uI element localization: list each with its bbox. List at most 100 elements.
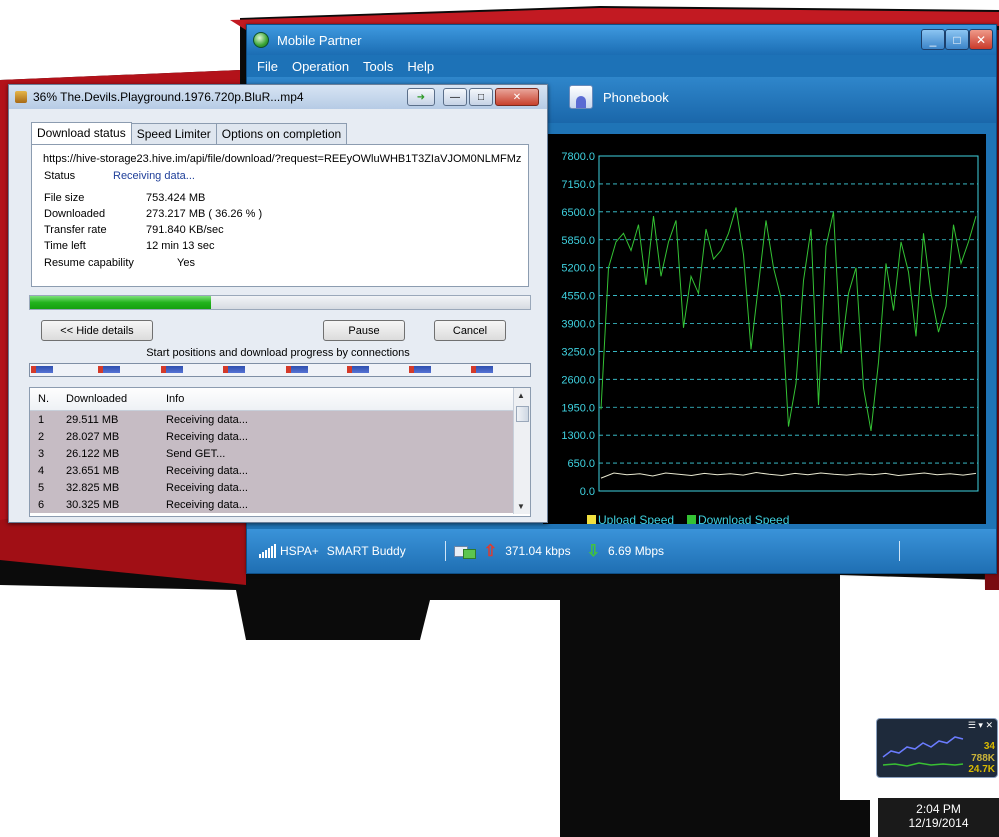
scroll-thumb[interactable] [516, 406, 529, 422]
status-separator-right [899, 541, 900, 561]
download-arrow-button[interactable]: ➜ [407, 88, 435, 106]
download-manager-icon [15, 91, 27, 103]
network-type: HSPA+ [280, 544, 319, 558]
menu-bar: File Operation Tools Help [247, 55, 996, 77]
connection-segment [286, 366, 308, 373]
scroll-up-icon[interactable]: ▲ [517, 391, 525, 400]
legend-upload-label: Upload Speed [598, 513, 674, 524]
connection-segment [409, 366, 431, 373]
gadget-value-3: 24.7K [968, 764, 995, 775]
column-header-info[interactable]: Info [158, 393, 530, 405]
mobile-partner-app-icon [253, 32, 269, 48]
row-info: Receiving data... [166, 413, 248, 426]
y-tick-label: 6500.0 [561, 207, 595, 219]
legend-download-label: Download Speed [698, 513, 789, 524]
y-tick-label: 4550.0 [561, 291, 595, 303]
row-number: 2 [38, 430, 45, 443]
network-meter-gadget[interactable]: ☰ ▾ ✕ 34 788K 24.7K [876, 718, 998, 778]
y-tick-label: 3900.0 [561, 319, 595, 331]
dialog-minimize-button[interactable]: — [443, 88, 467, 106]
taskbar-clock[interactable]: 2:04 PM 12/19/2014 [878, 798, 999, 837]
status-value: Receiving data... [113, 170, 195, 182]
table-row[interactable]: 3 26.122 MB Send GET... [30, 445, 530, 462]
mobile-partner-title: Mobile Partner [277, 32, 362, 48]
legend-upload-swatch [587, 515, 596, 524]
y-tick-label: 2600.0 [561, 374, 595, 386]
row-downloaded: 29.511 MB [66, 413, 119, 426]
connections-scrollbar[interactable]: ▲ ▼ [513, 388, 530, 514]
signal-strength-icon [259, 544, 276, 558]
row-info: Send GET... [166, 447, 226, 460]
y-tick-label: 3250.0 [561, 346, 595, 358]
row-info: Receiving data... [166, 464, 248, 477]
clock-date: 12/19/2014 [908, 816, 969, 830]
row-downloaded: 30.325 MB [66, 498, 120, 511]
phonebook-button[interactable]: Phonebook [569, 85, 669, 109]
maximize-button[interactable]: □ [945, 29, 969, 50]
operator-name: SMART Buddy [326, 544, 406, 558]
column-header-n[interactable]: N. [30, 393, 58, 405]
downloaded-value: 273.217 MB ( 36.26 % ) [146, 208, 263, 220]
connection-segment [161, 366, 183, 373]
row-info: Receiving data... [166, 481, 248, 494]
table-row[interactable]: 4 23.651 MB Receiving data... [30, 462, 530, 479]
download-dialog-title: 36% The.Devils.Playground.1976.720p.BluR… [33, 90, 304, 104]
download-speed-line [600, 207, 977, 431]
pause-button[interactable]: Pause [323, 320, 405, 341]
dialog-tabs: Download status Speed Limiter Options on… [31, 122, 348, 145]
upload-speed-line [600, 471, 977, 479]
scroll-down-icon[interactable]: ▼ [517, 502, 525, 511]
download-dialog-title-bar[interactable]: 36% The.Devils.Playground.1976.720p.BluR… [9, 85, 547, 109]
legend-download-swatch [687, 515, 696, 524]
hide-details-button[interactable]: << Hide details [41, 320, 153, 341]
tab-options-on-completion[interactable]: Options on completion [215, 123, 348, 145]
download-rate: 6.69 Mbps [608, 544, 665, 558]
table-row[interactable]: 6 30.325 MB Receiving data... [30, 496, 530, 513]
connection-segment [471, 366, 493, 373]
download-progress-fill [30, 296, 212, 309]
transfer-rate-value: 791.840 KB/sec [146, 224, 224, 236]
speed-chart: 7800.0 7150.0 6500.0 5850.0 5200.0 4550.0 3900… [543, 134, 986, 524]
row-number: 5 [38, 481, 45, 494]
time-left-label: Time left [44, 240, 86, 252]
row-downloaded: 23.651 MB [66, 464, 120, 477]
download-info-panel: https://hive-storage23.hive.im/api/file/… [31, 144, 529, 287]
row-number: 3 [38, 447, 45, 460]
transfer-rate-label: Transfer rate [44, 224, 107, 236]
row-number: 1 [38, 413, 45, 426]
connection-icon [453, 544, 476, 559]
row-downloaded: 26.122 MB [66, 447, 120, 460]
connection-segment [223, 366, 245, 373]
table-row[interactable]: 5 32.825 MB Receiving data... [30, 479, 530, 496]
row-downloaded: 32.825 MB [66, 481, 120, 494]
connections-header: N. Downloaded Info [30, 388, 530, 411]
menu-operation[interactable]: Operation [292, 59, 349, 74]
connections-caption: Start positions and download progress by… [146, 347, 410, 359]
tab-speed-limiter[interactable]: Speed Limiter [130, 123, 217, 145]
connection-segment [98, 366, 120, 373]
resume-capability-value: Yes [177, 257, 195, 269]
download-url: https://hive-storage23.hive.im/api/file/… [43, 153, 522, 165]
menu-help[interactable]: Help [407, 59, 434, 74]
tab-download-status[interactable]: Download status [31, 122, 132, 144]
download-progress-bar [29, 295, 531, 310]
dialog-maximize-button[interactable]: □ [469, 88, 493, 106]
time-left-value: 12 min 13 sec [146, 240, 215, 252]
gadget-value-1: 34 [983, 741, 995, 752]
dialog-close-button[interactable]: ✕ [495, 88, 539, 106]
menu-file[interactable]: File [257, 59, 278, 74]
table-row[interactable]: 2 28.027 MB Receiving data... [30, 428, 530, 445]
y-tick-label: 1950.0 [561, 402, 595, 414]
cancel-button[interactable]: Cancel [434, 320, 506, 341]
downloaded-label: Downloaded [44, 208, 106, 220]
close-button[interactable]: ✕ [969, 29, 993, 50]
minimize-button[interactable]: _ [921, 29, 945, 50]
table-row[interactable]: 1 29.511 MB Receiving data... [30, 411, 530, 428]
column-header-downloaded[interactable]: Downloaded [58, 393, 158, 405]
row-number: 6 [38, 498, 45, 511]
gadget-menu-icon[interactable]: ☰ ▾ ✕ [968, 720, 993, 731]
phonebook-icon [569, 85, 593, 109]
mobile-partner-title-bar[interactable]: Mobile Partner _ □ ✕ [247, 25, 996, 55]
status-separator [444, 541, 446, 561]
menu-tools[interactable]: Tools [363, 59, 393, 74]
